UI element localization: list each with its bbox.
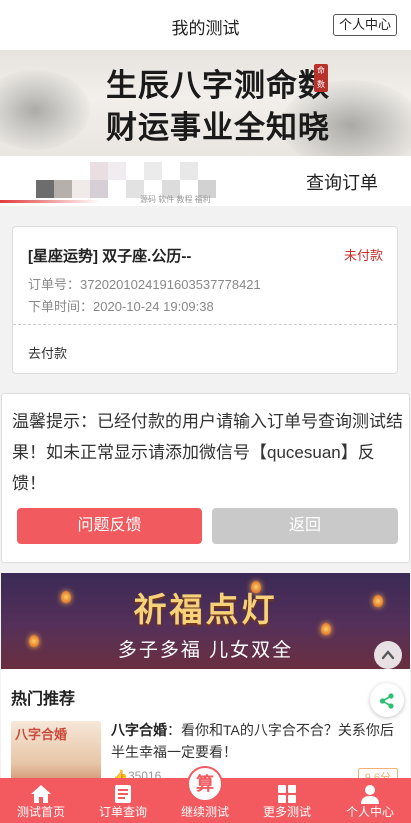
user-center-button[interactable]: 个人中心	[332, 14, 397, 36]
promo-title: 祈福点灯	[133, 590, 278, 629]
banner-headline: 生辰八字测命数	[106, 68, 330, 104]
thumbnail-title: 八字合婚	[15, 727, 68, 742]
scroll-top-button[interactable]	[374, 641, 402, 669]
chevron-up-icon	[381, 650, 395, 659]
tab-query-order[interactable]: 查询订单	[306, 169, 378, 195]
grid-icon	[278, 785, 296, 803]
nav-label: 订单查询	[98, 805, 147, 819]
share-icon	[379, 693, 394, 709]
nav-label: 继续测试	[180, 805, 229, 819]
active-tab-indicator	[0, 200, 100, 203]
order-time-row: 下单时间：2020-10-24 19:09:38	[28, 296, 214, 315]
notice-card: 温馨提示：已经付款的用户请输入订单号查询测试结果！如未正常显示请添加微信号【qu…	[1, 393, 410, 563]
back-button[interactable]: 返回	[212, 508, 398, 544]
suan-badge-icon[interactable]: 算	[187, 766, 223, 802]
nav-label: 个人中心	[345, 805, 394, 819]
order-time: 2020-10-24 19:09:38	[93, 299, 214, 314]
feedback-button[interactable]: 问题反馈	[17, 508, 202, 544]
nav-item-orders[interactable]: 订单查询	[82, 778, 164, 823]
section-title: 热门推荐	[11, 691, 76, 708]
pay-now-link[interactable]: 去付款	[28, 343, 67, 362]
order-number: 372020102419160353777842​1	[80, 277, 261, 292]
home-icon	[31, 785, 51, 803]
nav-label: 测试首页	[16, 805, 65, 819]
banner-subheadline: 财运事业全知晓	[106, 110, 330, 146]
notice-text: 温馨提示：已经付款的用户请输入订单号查询测试结果！如未正常显示请添加微信号【qu…	[12, 412, 403, 493]
promo-banner[interactable]: 祈福点灯 多子多福 儿女双全	[1, 573, 410, 669]
user-icon	[361, 785, 379, 804]
promo-subtitle: 多子多福 儿女双全	[117, 640, 294, 661]
list-item[interactable]: 八字合婚：看你和TA的八字合不合？关系你后半生幸福一定要看！	[111, 719, 401, 763]
blurred-logo	[36, 162, 236, 198]
order-number-row: 订单号：372020102419160353777842​1	[28, 274, 261, 293]
nav-item-user-center[interactable]: 个人中心	[329, 778, 411, 823]
tab-row: 源码 软件 教程 福利 查询订单	[0, 156, 411, 206]
order-number-label: 订单号：	[28, 277, 81, 292]
top-bar: 我的测试 个人中心	[0, 0, 411, 50]
order-list-icon	[115, 785, 131, 803]
hero-banner[interactable]: 生辰八字测命数 财运事业全知晓 命数	[0, 50, 411, 156]
seal-stamp: 命数	[314, 64, 328, 92]
order-card[interactable]: [星座运势] 双子座.公历-- 未付款 订单号：3720201024191603…	[12, 226, 398, 374]
nav-item-more-tests[interactable]: 更多测试	[246, 778, 328, 823]
nav-item-home[interactable]: 测试首页	[0, 778, 82, 823]
payment-status-badge: 未付款	[343, 248, 383, 263]
item-name: 八字合婚	[111, 722, 167, 738]
bottom-nav: 测试首页 订单查询 继续测试 算 更多测试 个人中心	[0, 766, 411, 823]
order-title: [星座运势] 双子座.公历--	[28, 248, 192, 265]
nav-label: 更多测试	[262, 805, 311, 819]
ink-decoration	[0, 70, 90, 150]
order-time-label: 下单时间：	[28, 299, 94, 314]
watermark-text: 源码 软件 教程 福利	[140, 195, 211, 204]
share-button[interactable]	[370, 683, 404, 717]
dashed-divider	[13, 324, 397, 325]
